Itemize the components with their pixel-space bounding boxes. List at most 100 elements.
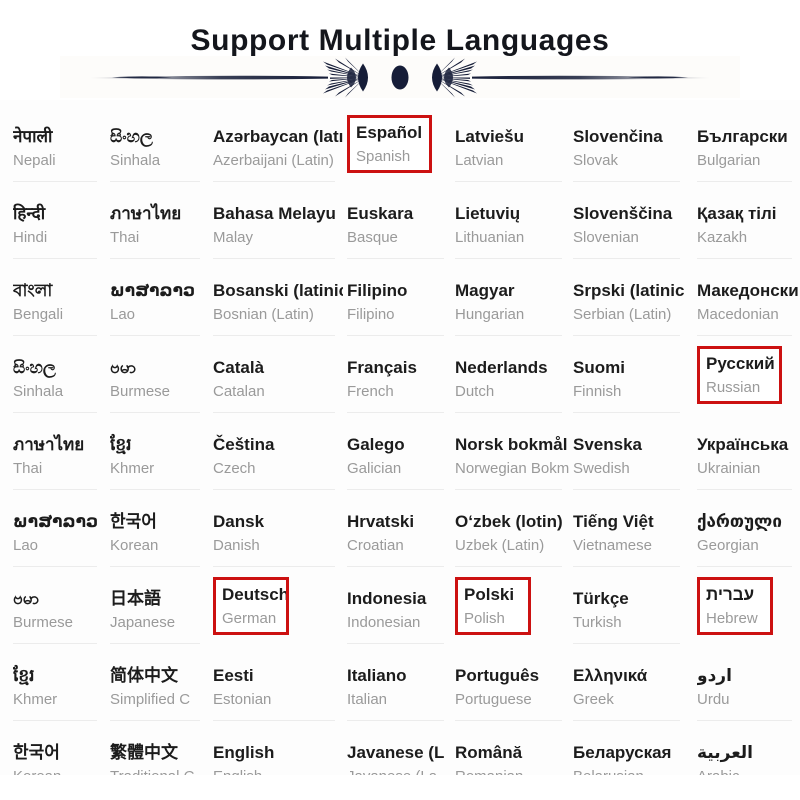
language-item[interactable]: Bosanski (latinic Bosnian (Latin)	[213, 269, 343, 346]
language-item[interactable]: Latviešu Latvian	[455, 115, 570, 192]
language-item[interactable]: Čeština Czech	[213, 423, 343, 500]
language-item[interactable]: සිංහල Sinhala	[13, 346, 105, 423]
language-item[interactable]: Eesti Estonian	[213, 654, 343, 731]
row-divider	[213, 258, 335, 259]
language-item[interactable]: नेपाली Nepali	[13, 115, 105, 192]
language-item[interactable]: Slovenščina Slovenian	[573, 192, 688, 269]
row-divider	[573, 566, 680, 567]
language-native-name: 简体中文	[110, 666, 178, 685]
language-item[interactable]: Filipino Filipino	[347, 269, 452, 346]
language-item[interactable]: 日本語 Japanese	[110, 577, 208, 654]
row-divider	[213, 181, 335, 182]
language-native-name: ဗမာ	[110, 358, 137, 377]
language-native-name: ພາສາລາວ	[110, 281, 196, 300]
language-column-2: සිංහල Sinhala ภาษาไทย Thai ພາສາລາວ Lao ဗမာ Burm…	[110, 100, 208, 800]
language-item[interactable]: Azərbaycan (latı Azerbaijani (Latin)	[213, 115, 343, 192]
row-divider	[697, 181, 792, 182]
language-native-name: Euskara	[347, 204, 414, 223]
row-divider	[110, 566, 200, 567]
language-item[interactable]: ဗမာ Burmese	[110, 346, 208, 423]
language-native-name: हिन्दी	[13, 204, 46, 223]
language-english-name: Turkish	[573, 614, 622, 631]
row-divider	[347, 412, 444, 413]
language-item[interactable]: Français French	[347, 346, 452, 423]
language-item[interactable]: Ελληνικά Greek	[573, 654, 688, 731]
language-item[interactable]: Hrvatski Croatian	[347, 500, 452, 577]
language-item[interactable]: Türkçe Turkish	[573, 577, 688, 654]
language-native-name: Türkçe	[573, 589, 629, 608]
language-item[interactable]: Lietuvių Lithuanian	[455, 192, 570, 269]
language-english-name: Polish	[464, 610, 505, 627]
language-native-name: नेपाली	[13, 127, 53, 146]
language-item[interactable]: Português Portuguese	[455, 654, 570, 731]
language-english-name: Sinhala	[110, 152, 161, 169]
language-item[interactable]: ဗမာ Burmese	[13, 577, 105, 654]
language-item[interactable]: বাংলা Bengali	[13, 269, 105, 346]
language-item[interactable]: Tiếng Việt Vietnamese	[573, 500, 688, 577]
language-item[interactable]: اردو Urdu	[697, 654, 800, 731]
row-divider	[347, 489, 444, 490]
language-item[interactable]: Norsk bokmål Norwegian Bokm	[455, 423, 570, 500]
language-item[interactable]: ພາສາລາວ Lao	[13, 500, 105, 577]
language-item[interactable]: हिन्दी Hindi	[13, 192, 105, 269]
language-item[interactable]: ქართული Georgian	[697, 500, 800, 577]
language-native-name: Dansk	[213, 512, 265, 531]
language-item[interactable]: ខ្មែរ Khmer	[13, 654, 105, 731]
language-english-name: German	[222, 610, 277, 627]
language-english-name: Hebrew	[706, 610, 758, 627]
row-divider	[13, 258, 97, 259]
language-item[interactable]: O‘zbek (lotin) Uzbek (Latin)	[455, 500, 570, 577]
language-item[interactable]: 한국어 Korean	[110, 500, 208, 577]
language-item[interactable]: Suomi Finnish	[573, 346, 688, 423]
language-item[interactable]: Қазақ тілі Kazakh	[697, 192, 800, 269]
language-item[interactable]: Català Catalan	[213, 346, 343, 423]
row-divider	[697, 720, 792, 721]
language-item[interactable]: Magyar Hungarian	[455, 269, 570, 346]
language-native-name: Українська	[697, 435, 789, 454]
row-divider	[347, 720, 444, 721]
language-english-name: Kazakh	[697, 229, 748, 246]
language-item[interactable]: Slovenčina Slovak	[573, 115, 688, 192]
row-divider	[347, 643, 444, 644]
language-item[interactable]: Euskara Basque	[347, 192, 452, 269]
language-item[interactable]: Indonesia Indonesian	[347, 577, 452, 654]
language-item-selected[interactable]: עברית Hebrew	[697, 577, 774, 635]
language-native-name: Македонски	[697, 281, 799, 300]
language-native-name: Javanese (L	[347, 743, 445, 762]
language-item-selected[interactable]: Polski Polish	[455, 577, 532, 635]
language-english-name: Russian	[706, 379, 761, 396]
row-divider	[13, 335, 97, 336]
language-item[interactable]: Galego Galician	[347, 423, 452, 500]
language-item[interactable]: Svenska Swedish	[573, 423, 688, 500]
language-item[interactable]: ພາສາລາວ Lao	[110, 269, 208, 346]
language-item[interactable]: 简体中文 Simplified C	[110, 654, 208, 731]
language-item[interactable]: ខ្មែរ Khmer	[110, 423, 208, 500]
row-divider	[455, 181, 562, 182]
language-item[interactable]: Italiano Italian	[347, 654, 452, 731]
language-item[interactable]: Nederlands Dutch	[455, 346, 570, 423]
bottom-fade	[0, 775, 800, 800]
language-item[interactable]: Dansk Danish	[213, 500, 343, 577]
language-item[interactable]: Srpski (latinic Serbian (Latin)	[573, 269, 688, 346]
language-item[interactable]: Bahasa Melayu Malay	[213, 192, 343, 269]
language-english-name: Japanese	[110, 614, 176, 631]
row-divider	[697, 335, 792, 336]
language-item[interactable]: ภาษาไทย Thai	[13, 423, 105, 500]
language-native-name: Slovenčina	[573, 127, 663, 146]
language-native-name: Slovenščina	[573, 204, 673, 223]
language-item-selected[interactable]: Español Spanish	[347, 115, 432, 173]
ornament-center-bead-icon	[391, 65, 409, 90]
row-divider	[455, 412, 562, 413]
row-divider	[110, 335, 200, 336]
language-english-name: Uzbek (Latin)	[455, 537, 545, 554]
language-item[interactable]: සිංහල Sinhala	[110, 115, 208, 192]
language-item[interactable]: Български Bulgarian	[697, 115, 800, 192]
language-item[interactable]: ภาษาไทย Thai	[110, 192, 208, 269]
language-item[interactable]: Македонски Macedonian	[697, 269, 800, 346]
language-native-name: ภาษาไทย	[13, 435, 85, 454]
language-item[interactable]: Українська Ukrainian	[697, 423, 800, 500]
row-divider	[573, 258, 680, 259]
row-divider	[455, 720, 562, 721]
language-item-selected[interactable]: Deutsch German	[213, 577, 290, 635]
language-item-selected[interactable]: Русский Russian	[697, 346, 782, 404]
